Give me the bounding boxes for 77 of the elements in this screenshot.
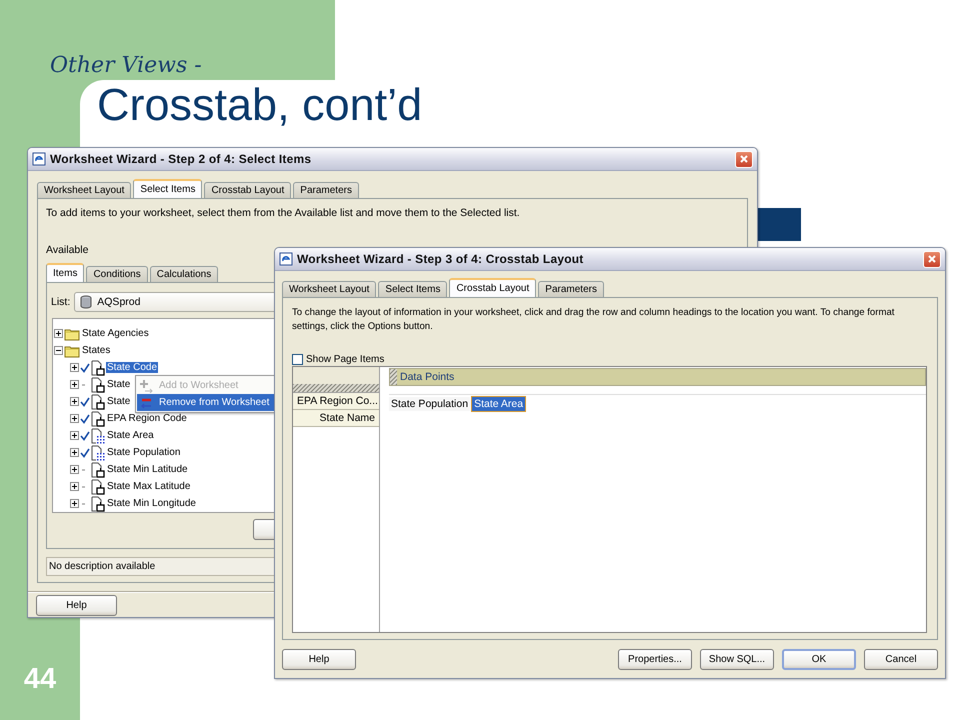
- tab[interactable]: Calculations: [150, 266, 218, 282]
- tree-item[interactable]: State Max Latitude: [106, 481, 192, 492]
- add-icon: [139, 378, 153, 392]
- expand-icon[interactable]: [70, 397, 79, 406]
- grid-document-icon: [91, 428, 105, 444]
- page-number: 44: [24, 663, 56, 696]
- expand-icon[interactable]: [70, 380, 79, 389]
- tab[interactable]: Select Items: [378, 281, 448, 297]
- expand-icon[interactable]: [70, 414, 79, 423]
- data-point[interactable]: State Area: [472, 397, 526, 411]
- tab[interactable]: Items: [46, 263, 84, 282]
- tab[interactable]: Worksheet Layout: [37, 182, 132, 198]
- tab[interactable]: Parameters: [538, 281, 604, 297]
- dialog-button[interactable]: OK: [782, 648, 856, 670]
- slide-title: Crosstab, cont’d: [97, 80, 424, 130]
- database-icon: [79, 295, 94, 309]
- dialog-button[interactable]: Properties...: [618, 648, 692, 670]
- expand-icon[interactable]: [70, 448, 79, 457]
- dialog-button[interactable]: Cancel: [864, 648, 938, 670]
- expand-icon[interactable]: [70, 465, 79, 474]
- tab[interactable]: Conditions: [86, 266, 148, 282]
- tab[interactable]: Worksheet Layout: [282, 281, 376, 297]
- help-button[interactable]: Help: [36, 594, 117, 616]
- tree-item[interactable]: State Min Longitude: [106, 498, 197, 509]
- tree-item[interactable]: State: [106, 396, 132, 407]
- tree-item[interactable]: State Area: [106, 430, 155, 441]
- document-icon: [91, 360, 105, 376]
- column-grip[interactable]: [390, 369, 397, 385]
- document-icon: [91, 394, 105, 410]
- tab[interactable]: Select Items: [133, 179, 202, 198]
- close-button[interactable]: [923, 250, 941, 268]
- instruction-text: To change the layout of information in your worksheet, click and drag the row and column headings to the location you want. To change format settings, click the Options button.: [292, 306, 896, 334]
- tree-item[interactable]: State Population: [106, 447, 182, 458]
- tree-item[interactable]: State: [106, 379, 132, 390]
- document-icon: [91, 462, 105, 478]
- dialog-button[interactable]: Help: [282, 648, 356, 670]
- tab[interactable]: Crosstab Layout: [204, 182, 292, 198]
- tab[interactable]: Crosstab Layout: [449, 278, 536, 297]
- tree-item[interactable]: State Code: [106, 362, 158, 373]
- document-icon: [91, 376, 105, 392]
- row-grip[interactable]: [293, 384, 379, 393]
- grid-document-icon: [91, 444, 105, 460]
- app-icon: [32, 152, 46, 166]
- folder-icon: [64, 344, 80, 358]
- close-button[interactable]: [735, 150, 753, 168]
- list-label: List:: [51, 296, 70, 308]
- row-heading[interactable]: EPA Region Co...: [293, 393, 379, 410]
- available-label: Available: [46, 244, 90, 256]
- expand-icon[interactable]: [70, 499, 79, 508]
- close-icon: [739, 154, 749, 164]
- expand-icon[interactable]: [70, 363, 79, 372]
- tree-item[interactable]: EPA Region Code: [106, 413, 188, 424]
- window-title: Worksheet Wizard - Step 2 of 4: Select Items: [50, 152, 312, 166]
- app-icon: [279, 252, 293, 266]
- tree-item[interactable]: State Agencies: [81, 328, 150, 339]
- collapse-icon[interactable]: [54, 346, 63, 355]
- checkbox-label: Show Page Items: [306, 354, 384, 365]
- folder-icon: [64, 326, 80, 340]
- tree-item[interactable]: States: [81, 345, 112, 356]
- instruction-text: To add items to your worksheet, select them from the Available list and move them to the Selected list.: [46, 207, 521, 219]
- tree-item[interactable]: State Min Latitude: [106, 464, 189, 475]
- close-icon: [927, 254, 937, 264]
- data-point[interactable]: State Population: [389, 397, 470, 411]
- checkbox[interactable]: [292, 354, 303, 365]
- dialog-button[interactable]: Show SQL...: [700, 648, 774, 670]
- column-heading-text: Data Points: [400, 371, 454, 383]
- expand-icon[interactable]: [70, 431, 79, 440]
- document-icon: [91, 410, 105, 426]
- tab[interactable]: Parameters: [293, 182, 359, 198]
- menu-item[interactable]: Remove from Worksheet: [137, 394, 276, 411]
- expand-icon[interactable]: [70, 482, 79, 491]
- document-icon: [91, 478, 105, 494]
- row-heading[interactable]: State Name: [293, 410, 379, 427]
- window-title: Worksheet Wizard - Step 3 of 4: Crosstab Layout: [297, 252, 584, 266]
- column-heading[interactable]: Data Points: [389, 368, 926, 386]
- slide-subtitle: Other Views -: [50, 53, 202, 80]
- expand-icon[interactable]: [54, 329, 63, 338]
